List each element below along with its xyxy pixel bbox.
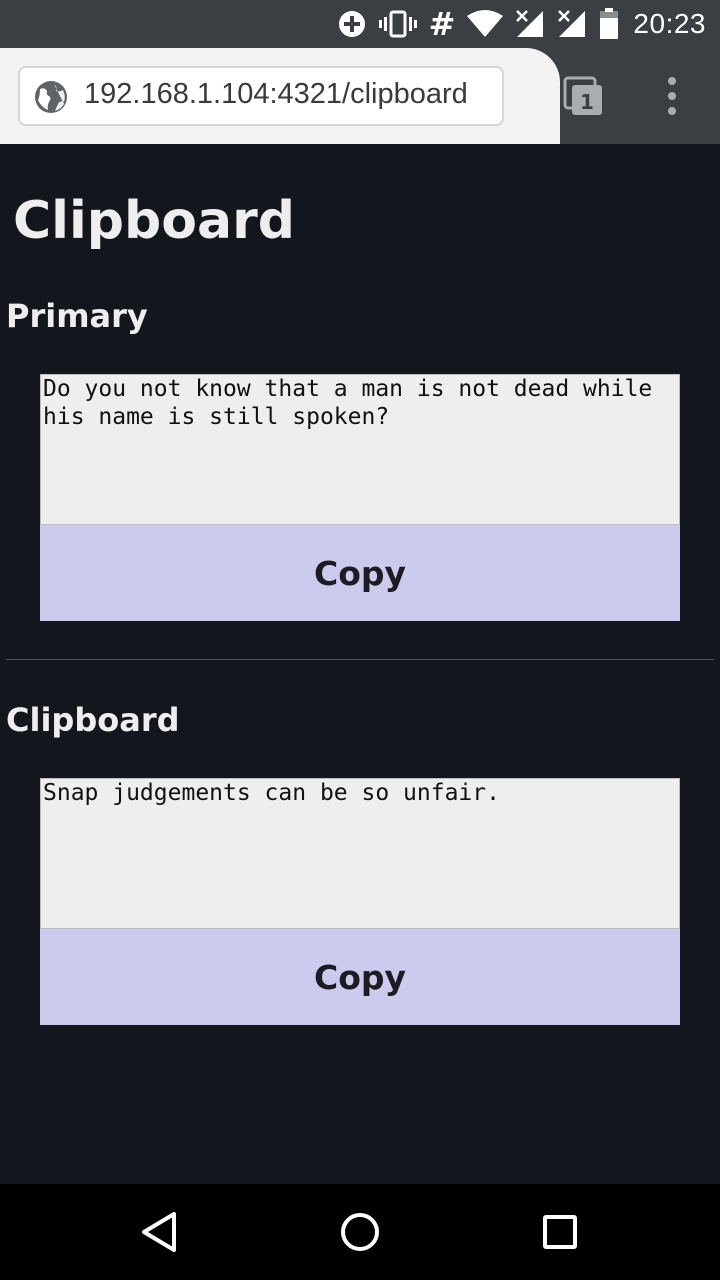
status-time: 20:23 bbox=[633, 8, 706, 39]
data-saver-icon bbox=[337, 9, 367, 39]
more-vert-icon bbox=[668, 77, 676, 115]
status-icons: # 20:23 bbox=[337, 0, 706, 48]
url-text: 192.168.1.104:4321/clipboard bbox=[84, 78, 468, 110]
section-heading-clipboard: Clipboard bbox=[6, 701, 180, 739]
signal-no-data-icon bbox=[515, 9, 545, 39]
home-icon bbox=[341, 1213, 379, 1251]
home-button[interactable] bbox=[336, 1208, 384, 1256]
tab-switcher-button[interactable]: 1 bbox=[560, 72, 608, 120]
battery-icon bbox=[599, 8, 619, 40]
globe-icon bbox=[34, 80, 68, 114]
section-divider bbox=[6, 659, 714, 660]
tab-count: 1 bbox=[580, 90, 594, 114]
primary-textarea[interactable]: Do you not know that a man is not dead w… bbox=[40, 374, 680, 525]
copy-clipboard-button[interactable]: Copy bbox=[40, 929, 680, 1025]
back-button[interactable] bbox=[136, 1208, 184, 1256]
copy-primary-button[interactable]: Copy bbox=[40, 525, 680, 621]
back-icon bbox=[142, 1212, 176, 1252]
page-title: Clipboard bbox=[13, 191, 295, 251]
recents-icon bbox=[543, 1215, 577, 1249]
section-heading-primary: Primary bbox=[6, 297, 148, 335]
clipboard-textarea[interactable]: Snap judgements can be so unfair. bbox=[40, 778, 680, 929]
page-content: Clipboard Primary Do you not know that a… bbox=[0, 144, 720, 1184]
signal-no-data-icon bbox=[557, 9, 587, 39]
browser-toolbar: 192.168.1.104:4321/clipboard 1 bbox=[0, 48, 720, 144]
status-bar: # 20:23 bbox=[0, 0, 720, 48]
url-bar[interactable]: 192.168.1.104:4321/clipboard bbox=[18, 66, 504, 126]
recents-button[interactable] bbox=[536, 1208, 584, 1256]
wifi-icon bbox=[467, 9, 504, 39]
tab-switcher-icon: 1 bbox=[563, 76, 602, 115]
navigation-bar bbox=[0, 1184, 720, 1280]
hash-icon: # bbox=[428, 5, 456, 43]
vibrate-icon bbox=[378, 9, 417, 39]
overflow-menu-button[interactable] bbox=[652, 74, 692, 118]
